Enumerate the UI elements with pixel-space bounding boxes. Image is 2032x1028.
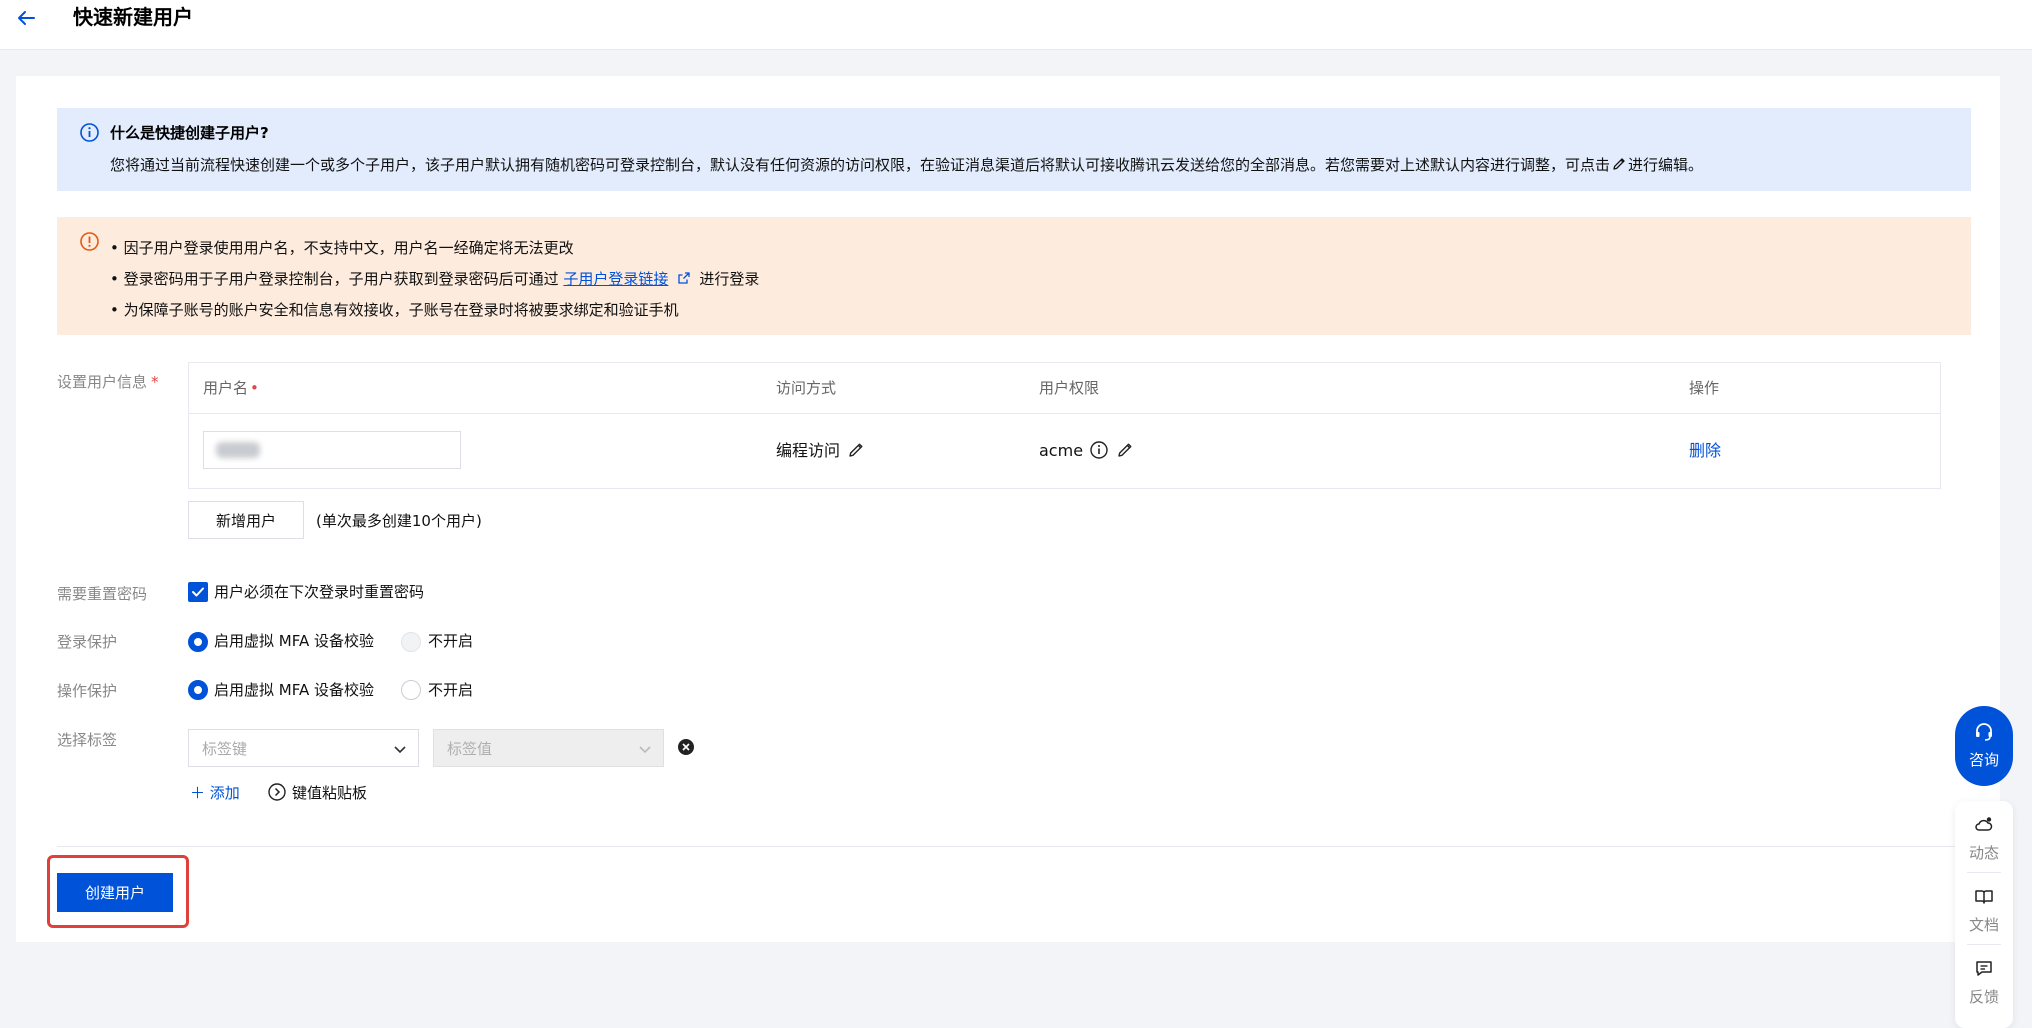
chevron-down-icon	[392, 741, 408, 757]
tag-key-select[interactable]: 标签键	[188, 729, 419, 767]
op-protect-mfa-radio[interactable]	[188, 680, 208, 700]
side-tool-news[interactable]: 动态	[1955, 801, 2013, 871]
warning-line: • 因子用户登录使用用户名，不支持中文，用户名一经确定将无法更改	[110, 239, 574, 257]
redacted-username	[216, 442, 260, 458]
chevron-right-circle-icon	[268, 783, 286, 801]
column-header-access: 访问方式	[776, 379, 837, 397]
divider	[57, 846, 1971, 847]
user-info-label: 设置用户信息 *	[57, 373, 159, 391]
back-arrow-icon[interactable]	[14, 2, 38, 34]
info-icon	[80, 123, 99, 142]
login-protect-mfa-radio[interactable]	[188, 632, 208, 652]
reset-password-checkbox[interactable]	[188, 582, 208, 602]
reset-password-option[interactable]: 用户必须在下次登录时重置密码	[214, 582, 424, 602]
tag-value-select[interactable]: 标签值	[433, 729, 664, 767]
external-link-icon[interactable]	[677, 270, 691, 284]
consult-button[interactable]: 咨询	[1955, 706, 2013, 786]
reset-password-label: 需要重置密码	[57, 585, 148, 603]
delete-user-link[interactable]: 删除	[1689, 441, 1721, 460]
info-body-text: 您将通过当前流程快速创建一个或多个子用户，该子用户默认拥有随机密码可登录控制台，…	[110, 156, 1611, 174]
required-star: *	[151, 373, 159, 391]
warning-line: • 为保障子账号的账户安全和信息有效接收，子账号在登录时将被要求绑定和验证手机	[110, 301, 679, 319]
op-protect-off-label[interactable]: 不开启	[428, 680, 473, 700]
column-header-username: 用户名 •	[203, 379, 259, 397]
login-protect-off-radio[interactable]	[401, 632, 421, 652]
op-protect-mfa-label[interactable]: 启用虚拟 MFA 设备校验	[214, 680, 374, 700]
tag-value-placeholder: 标签值	[447, 740, 493, 758]
op-protect-off-radio[interactable]	[401, 680, 421, 700]
consult-label: 咨询	[1968, 751, 1999, 769]
sub-user-login-link[interactable]: 子用户登录链接	[563, 270, 668, 288]
login-protect-off-label[interactable]: 不开启	[428, 631, 473, 651]
warning-line: • 登录密码用于子用户登录控制台，子用户获取到登录密码后可通过 子用户登录链接 进…	[110, 269, 759, 289]
info-body-text-end: 进行编辑。	[1628, 156, 1704, 174]
book-icon	[1974, 887, 1994, 907]
side-tool-label: 文档	[1968, 916, 1999, 934]
info-banner	[57, 108, 1971, 191]
login-protect-label: 登录保护	[57, 633, 118, 651]
warning-icon	[80, 232, 99, 251]
headset-icon	[1972, 720, 1996, 744]
feedback-icon	[1974, 959, 1994, 979]
side-tool-feedback[interactable]: 反馈	[1955, 945, 2013, 1015]
warning-line-text: • 登录密码用于子用户登录控制台，子用户获取到登录密码后可通过	[110, 270, 559, 288]
tag-paste-board-link[interactable]: 键值粘贴板	[268, 783, 367, 803]
tags-label: 选择标签	[57, 731, 118, 749]
add-user-hint: (单次最多创建10个用户)	[316, 512, 482, 530]
info-title: 什么是快捷创建子用户?	[110, 124, 269, 142]
tag-paste-board-label: 键值粘贴板	[292, 784, 368, 802]
login-protect-mfa-label[interactable]: 启用虚拟 MFA 设备校验	[214, 631, 374, 651]
op-protect-label: 操作保护	[57, 682, 118, 700]
chevron-down-icon	[637, 741, 653, 757]
edit-access-pencil-icon[interactable]	[847, 441, 865, 459]
permission-cell: acme	[1039, 441, 1134, 461]
user-table: 用户名 • 访问方式 用户权限 操作 编程访问 acme 删除	[188, 362, 1941, 489]
remove-tag-icon[interactable]	[677, 738, 695, 756]
info-body: 您将通过当前流程快速创建一个或多个子用户，该子用户默认拥有随机密码可登录控制台，…	[110, 155, 1703, 175]
warning-line-text-end: 进行登录	[699, 270, 760, 288]
side-tool-docs[interactable]: 文档	[1955, 873, 2013, 943]
access-value: 编程访问	[776, 441, 841, 460]
side-toolbar: 动态 文档 反馈	[1955, 801, 2013, 1028]
side-tool-label: 反馈	[1968, 988, 1999, 1006]
edit-pencil-icon	[1611, 156, 1627, 172]
page-title: 快速新建用户	[73, 5, 193, 29]
action-cell: 删除	[1689, 441, 1721, 461]
permission-value: acme	[1039, 441, 1084, 460]
plus-icon: ＋	[190, 784, 206, 802]
add-tag-link[interactable]: ＋ 添加	[190, 783, 240, 803]
required-dot: •	[250, 379, 259, 397]
permission-info-icon[interactable]	[1090, 441, 1108, 459]
top-bar: 快速新建用户	[0, 0, 2032, 50]
access-cell: 编程访问	[776, 441, 865, 461]
tag-key-placeholder: 标签键	[202, 740, 248, 758]
cloud-bell-icon	[1974, 815, 1994, 835]
username-input[interactable]	[203, 431, 461, 469]
form-card	[16, 76, 2000, 942]
column-header-permission: 用户权限	[1039, 379, 1100, 397]
add-user-button[interactable]: 新增用户	[188, 501, 304, 539]
create-user-button[interactable]: 创建用户	[57, 873, 173, 912]
column-header-action: 操作	[1689, 379, 1720, 397]
add-tag-label: 添加	[209, 784, 240, 802]
checkmark-icon	[192, 587, 204, 597]
side-tool-label: 动态	[1968, 844, 1999, 862]
edit-permission-pencil-icon[interactable]	[1116, 441, 1134, 459]
table-header-row: 用户名 • 访问方式 用户权限 操作	[189, 363, 1940, 414]
